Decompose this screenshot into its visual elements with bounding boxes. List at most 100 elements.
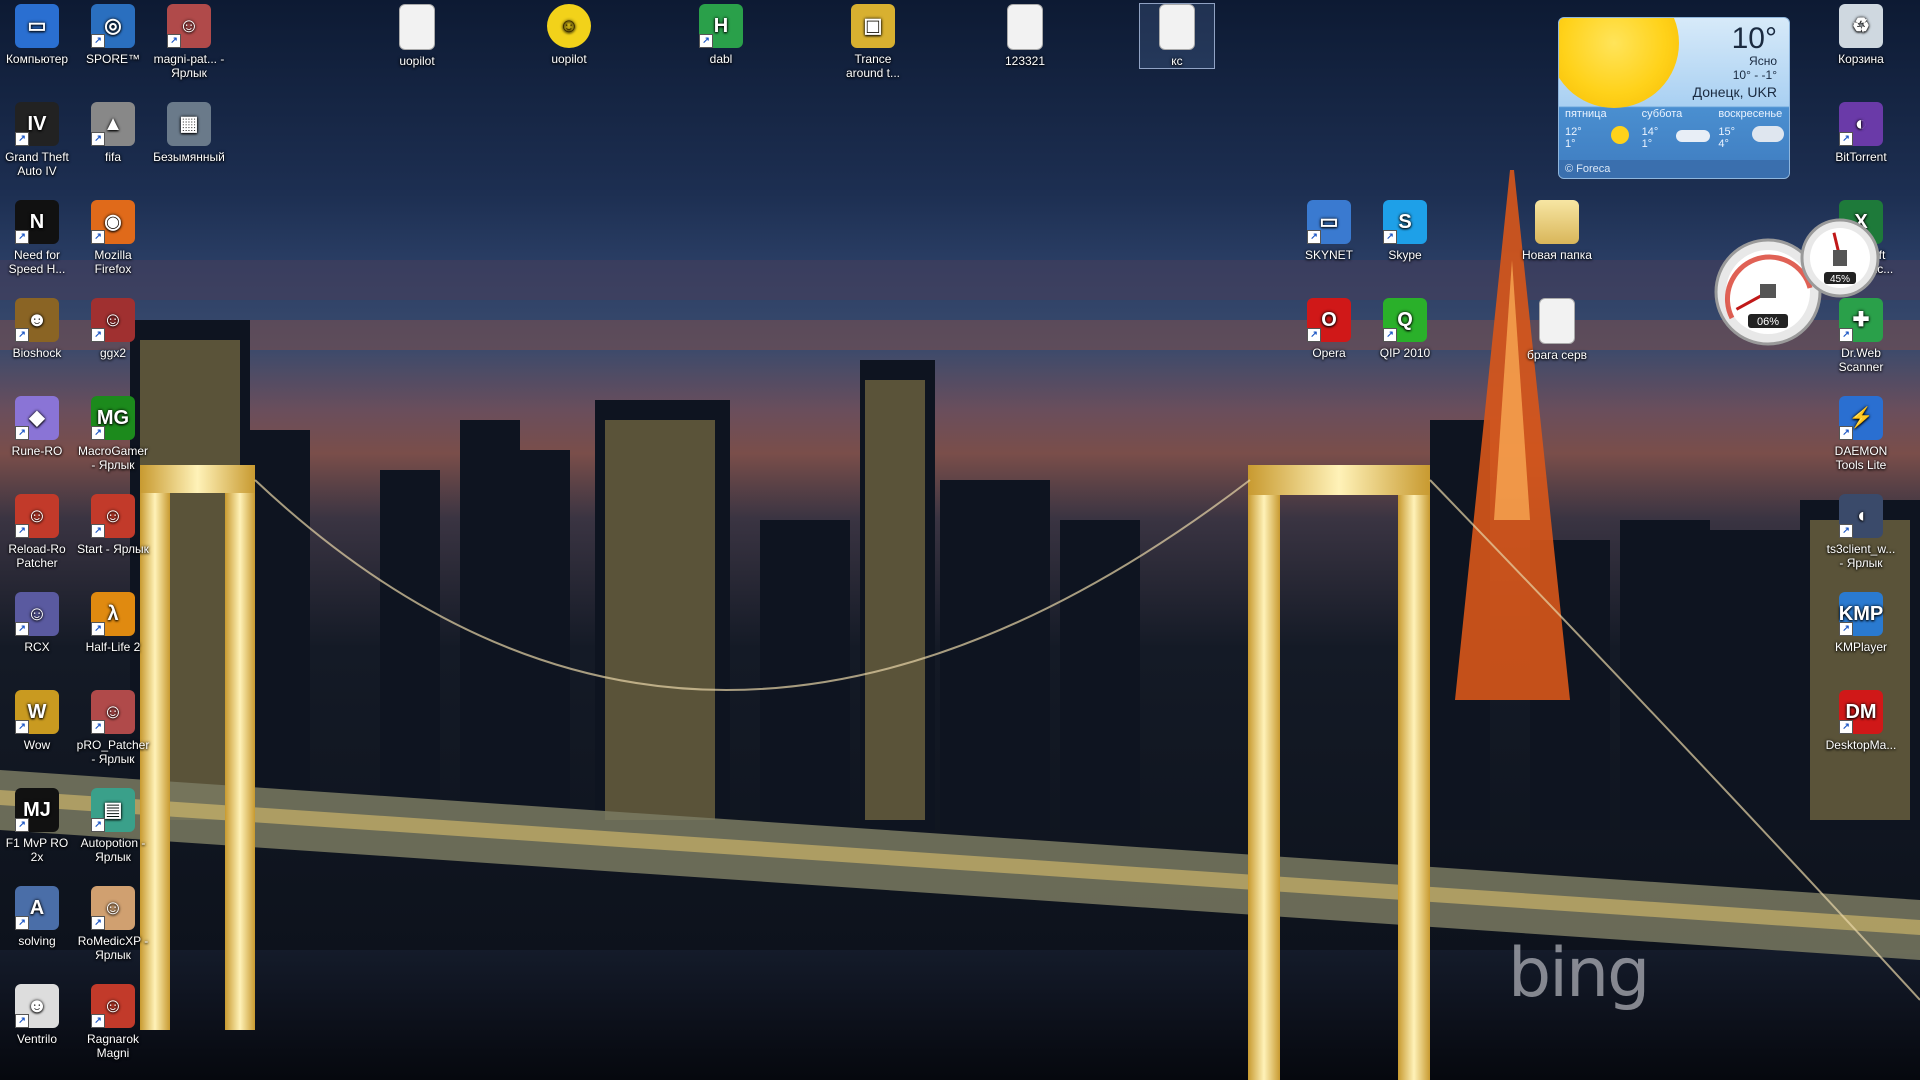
desktop-icon[interactable]: ◉ ↗ Mozilla Firefox	[76, 200, 150, 276]
desktop-icon[interactable]: Новая папка	[1520, 200, 1594, 262]
weather-condition: Ясно	[1749, 54, 1777, 68]
wow-icon: W ↗	[15, 690, 59, 734]
desktop-icon[interactable]: ☺ ↗ magni-pat... - Ярлык	[152, 4, 226, 80]
desktop-icon-label: BitTorrent	[1835, 150, 1887, 164]
shortcut-arrow-icon: ↗	[1383, 230, 1397, 244]
desktop-icon[interactable]: ◆ ↗ Rune-RO	[0, 396, 74, 458]
desktop-icon-label: dabl	[709, 52, 733, 66]
desktop-icon-label: Need for Speed H...	[8, 248, 66, 276]
desktop-icon-label: magni-pat... - Ярлык	[153, 52, 225, 80]
desktop-icon-label: Reload-Ro Patcher	[8, 542, 66, 570]
desktop-icon[interactable]: A ↗ solving	[0, 886, 74, 948]
firefox-icon: ◉ ↗	[91, 200, 135, 244]
forecast-day: воскресенье 15° 4°	[1712, 108, 1789, 158]
memory-chip-icon	[1833, 250, 1847, 266]
desktop-icon-label: Autopotion - Ярлык	[80, 836, 146, 864]
text-file-icon	[1159, 4, 1195, 50]
shortcut-arrow-icon: ↗	[91, 132, 105, 146]
desktop-icon[interactable]: ☺ ↗ Reload-Ro Patcher	[0, 494, 74, 570]
desktop-icon[interactable]: брага серв	[1520, 298, 1594, 362]
desktop-icon[interactable]: O ↗ Opera	[1292, 298, 1366, 360]
media-file-icon: ▣	[851, 4, 895, 48]
desktop-icon[interactable]: ☺ ↗ RCX	[0, 592, 74, 654]
desktop-icon[interactable]: ▦ Безымянный	[152, 102, 226, 164]
desktop-icon[interactable]: ☺ ↗ pRO_Patcher - Ярлык	[76, 690, 150, 766]
daemon-tools-icon: ⚡ ↗	[1839, 396, 1883, 440]
desktop-icon[interactable]: H ↗ dabl	[684, 4, 758, 66]
shortcut-arrow-icon: ↗	[91, 426, 105, 440]
shortcut-arrow-icon: ↗	[1383, 328, 1397, 342]
shortcut-arrow-icon: ↗	[15, 1014, 29, 1028]
desktop-icon-label: QIP 2010	[1379, 346, 1431, 360]
desktop-icon[interactable]: ☺ uopilot	[532, 4, 606, 66]
desktop-icon[interactable]: ◎ ↗ SPORE™	[76, 4, 150, 66]
desktop-icon[interactable]: uopilot	[380, 4, 454, 68]
shortcut-arrow-icon: ↗	[1839, 720, 1853, 734]
shortcut-arrow-icon: ↗	[15, 720, 29, 734]
desktop-icon[interactable]: ▣ Trance around t...	[836, 4, 910, 80]
shortcut-arrow-icon: ↗	[91, 34, 105, 48]
image-file-icon: ▦	[167, 102, 211, 146]
cloud-icon	[1675, 130, 1710, 142]
recycle-bin-icon: ♻	[1839, 4, 1883, 48]
desktop-icon[interactable]: 123321	[988, 4, 1062, 68]
desktop-icon[interactable]: ☺ ↗ RoMedicXP - Ярлык	[76, 886, 150, 962]
shortcut-arrow-icon: ↗	[1839, 524, 1853, 538]
desktop-icon[interactable]: ▤ ↗ Autopotion - Ярлык	[76, 788, 150, 864]
desktop-icon[interactable]: ☺ ↗ Ragnarok Magni	[76, 984, 150, 1060]
desktop-icon[interactable]: KMP ↗ KMPlayer	[1824, 592, 1898, 654]
qip-icon: Q ↗	[1383, 298, 1427, 342]
desktop-icon[interactable]: ☻ ↗ Bioshock	[0, 298, 74, 360]
cpu-meter-gadget[interactable]: 06% 45%	[1712, 218, 1892, 348]
desktop-icon[interactable]: λ ↗ Half-Life 2	[76, 592, 150, 654]
desktop-icon[interactable]: N ↗ Need for Speed H...	[0, 200, 74, 276]
desktop-icon[interactable]: ◐ ↗ BitTorrent	[1824, 102, 1898, 164]
desktop-icon[interactable]: ▭ ↗ SKYNET	[1292, 200, 1366, 262]
desktop-icon[interactable]: S ↗ Skype	[1368, 200, 1442, 262]
magni-patcher-icon: ☺ ↗	[167, 4, 211, 48]
f1-mvp-icon: MJ ↗	[15, 788, 59, 832]
folder-icon	[1535, 200, 1579, 244]
desktop-icon[interactable]: ▲ ↗ fifa	[76, 102, 150, 164]
fifa-icon: ▲ ↗	[91, 102, 135, 146]
shortcut-arrow-icon: ↗	[91, 818, 105, 832]
desktop-icon[interactable]: ◖ ↗ ts3client_w... - Ярлык	[1824, 494, 1898, 570]
shortcut-arrow-icon: ↗	[15, 328, 29, 342]
desktop-icon-label: SKYNET	[1304, 248, 1353, 262]
weather-gadget[interactable]: 10° Ясно 10° - -1° Донецк, UKR пятница 1…	[1558, 17, 1790, 179]
desktop-icon-label: RCX	[24, 640, 50, 654]
desktop-icon-label: KMPlayer	[1834, 640, 1887, 654]
desktop-icon[interactable]: DM ↗ DesktopMa...	[1824, 690, 1898, 752]
desktop-icon-label: RoMedicXP - Ярлык	[77, 934, 149, 962]
bing-watermark: bing	[1508, 934, 1650, 1013]
desktop-icon-label: Grand Theft Auto IV	[5, 150, 69, 178]
desktop-icon[interactable]: W ↗ Wow	[0, 690, 74, 752]
desktop-icon-label: uopilot	[399, 54, 435, 68]
desktop-icon[interactable]: ☺ ↗ Start - Ярлык	[76, 494, 150, 556]
cpu-readout: 06%	[1757, 316, 1779, 328]
desktop-icon[interactable]: IV ↗ Grand Theft Auto IV	[0, 102, 74, 178]
desktop-icon-label: ts3client_w... - Ярлык	[1826, 542, 1896, 570]
desktop-icon[interactable]: ⚡ ↗ DAEMON Tools Lite	[1824, 396, 1898, 472]
desktop-icon-label: Mozilla Firefox	[94, 248, 132, 276]
shortcut-arrow-icon: ↗	[91, 720, 105, 734]
opera-icon: O ↗	[1307, 298, 1351, 342]
desktop-icon[interactable]: кс	[1139, 3, 1215, 69]
desktop-icon[interactable]: ▭ Компьютер	[0, 4, 74, 66]
desktop-icon[interactable]: MJ ↗ F1 MvP RO 2x	[0, 788, 74, 864]
start-icon: ☺ ↗	[91, 494, 135, 538]
shortcut-arrow-icon: ↗	[1839, 622, 1853, 636]
desktop-master-icon: DM ↗	[1839, 690, 1883, 734]
ragnarok-icon: ☺ ↗	[91, 984, 135, 1028]
current-temperature: 10°	[1731, 22, 1777, 55]
sun-icon	[1559, 18, 1679, 108]
network-computer-icon: ▭ ↗	[1307, 200, 1351, 244]
desktop-icon[interactable]: ☻ ↗ Ventrilo	[0, 984, 74, 1046]
shortcut-arrow-icon: ↗	[15, 916, 29, 930]
desktop-icon[interactable]: ☺ ↗ ggx2	[76, 298, 150, 360]
forecast-day: суббота 14° 1°	[1636, 108, 1713, 158]
desktop-icon[interactable]: Q ↗ QIP 2010	[1368, 298, 1442, 360]
desktop-icon-label: DesktopMa...	[1825, 738, 1897, 752]
desktop-icon[interactable]: ♻ Корзина	[1824, 4, 1898, 66]
desktop-icon[interactable]: MG ↗ MacroGamer - Ярлык	[76, 396, 150, 472]
